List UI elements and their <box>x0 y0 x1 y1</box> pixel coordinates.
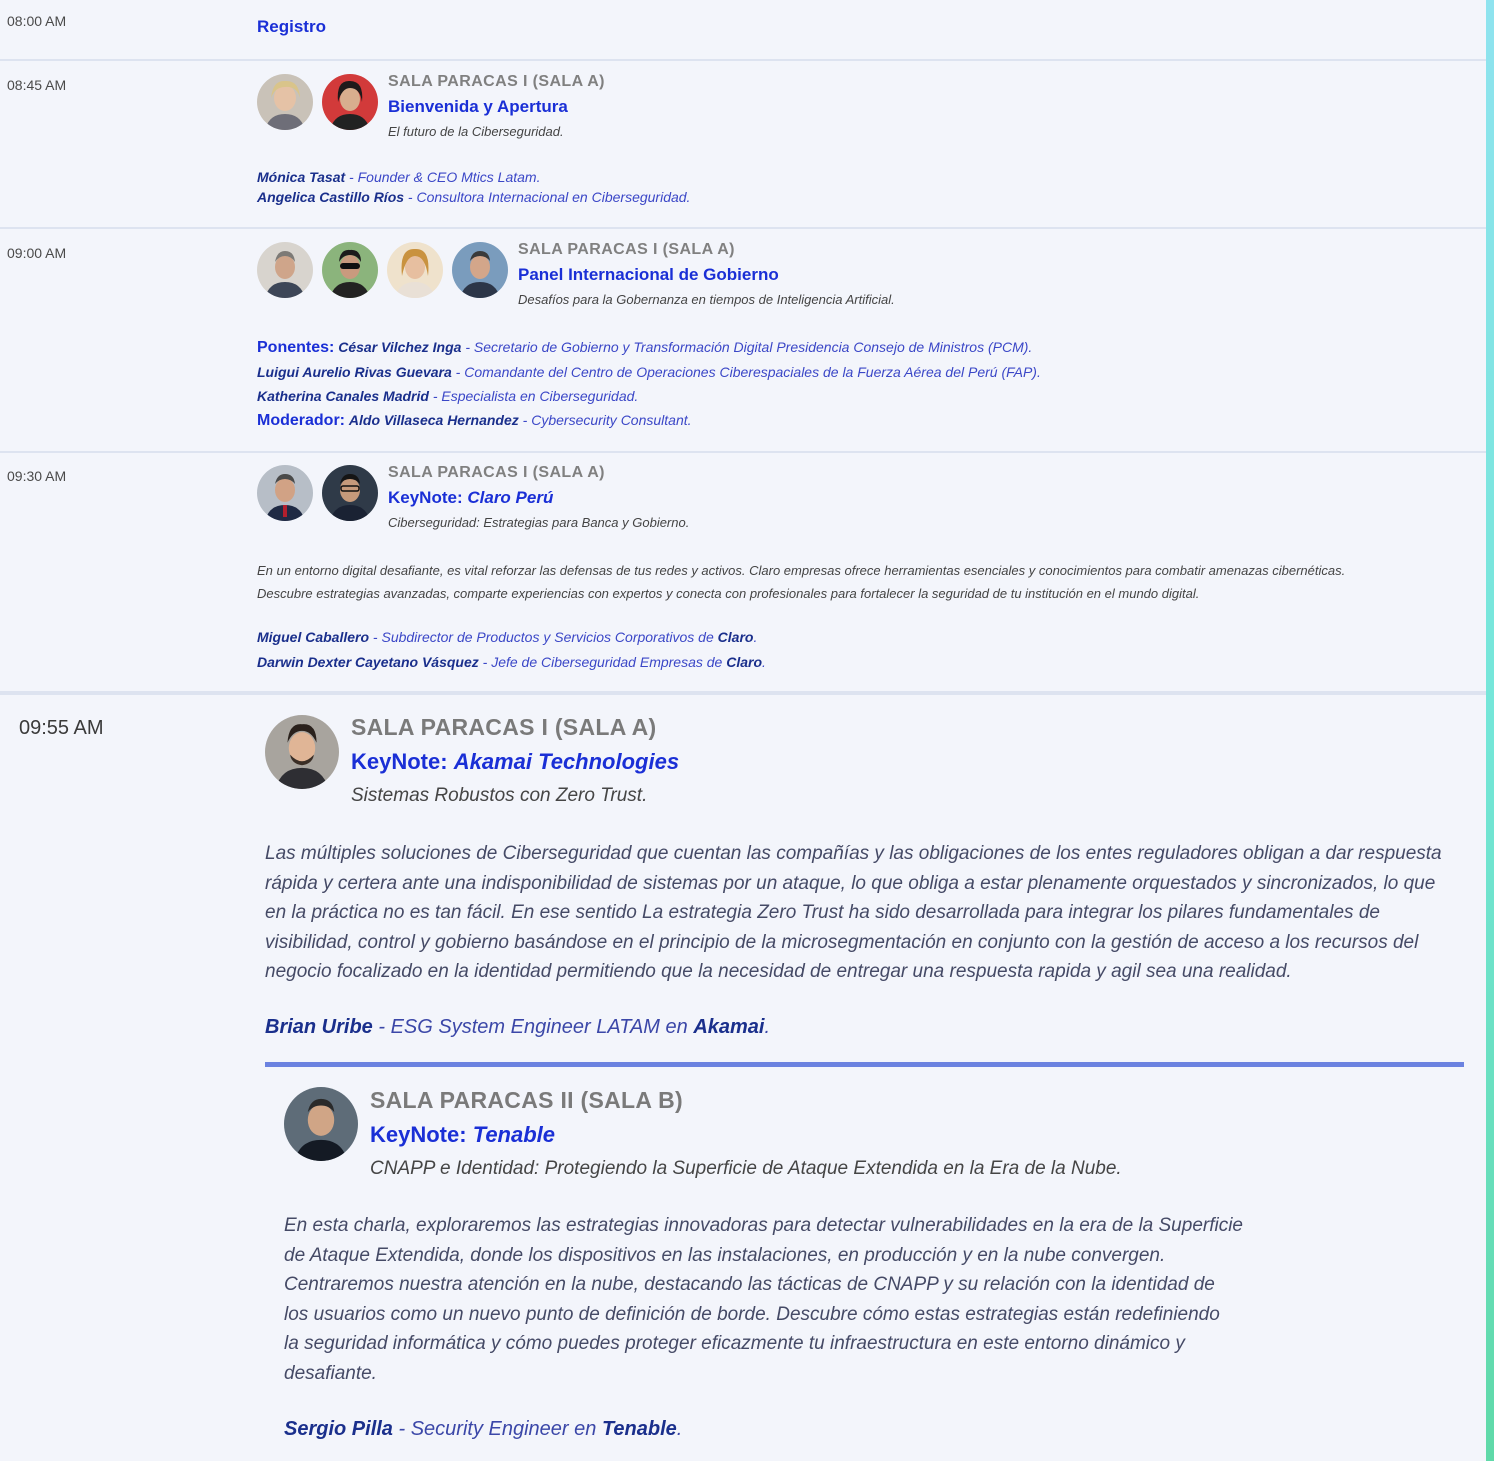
room-label: SALA PARACAS I (SALA A) <box>518 241 735 258</box>
room-label: SALA PARACAS II (SALA B) <box>370 1087 684 1113</box>
speaker-list: Miguel Caballero - Subdirector de Produc… <box>257 625 766 675</box>
speaker-line: Miguel Caballero - Subdirector de Produc… <box>257 629 758 645</box>
session-title-link[interactable]: KeyNote: Claro Perú <box>388 488 689 508</box>
slot-time: 08:00 AM <box>7 13 67 29</box>
speaker-line: Brian Uribe - ESG System Engineer LATAM … <box>265 1016 771 1038</box>
session-description: En esta charla, exploraremos las estrate… <box>284 1215 1243 1384</box>
slot-title-link[interactable]: Registro <box>257 17 326 37</box>
session-subtitle: Desafíos para la Gobernanza en tiempos d… <box>518 292 895 307</box>
speaker-avatar <box>452 242 508 298</box>
speaker-line: Angelica Castillo Ríos - Consultora Inte… <box>257 189 691 205</box>
speaker-avatar <box>265 715 339 789</box>
session-subtitle: CNAPP e Identidad: Protegiendo la Superf… <box>370 1158 1122 1179</box>
speaker-line: Darwin Dexter Cayetano Vásquez - Jefe de… <box>257 654 766 670</box>
session-title-link[interactable]: KeyNote: Akamai Technologies <box>351 749 679 775</box>
slot-time: 09:55 AM <box>19 717 104 739</box>
room-label: SALA PARACAS I (SALA A) <box>351 714 657 740</box>
section-divider <box>265 1062 1464 1067</box>
speaker-avatar <box>257 465 313 521</box>
page-edge-decoration <box>1486 0 1494 1461</box>
session-subtitle: Sistemas Robustos con Zero Trust. <box>351 785 648 806</box>
agenda-slot-0955: 09:55 AM SALA PARACAS I (SALA A) KeyNote… <box>0 697 1486 1461</box>
speaker-avatar <box>387 242 443 298</box>
session-description: Las múltiples soluciones de Cibersegurid… <box>265 843 1442 982</box>
speaker-avatar <box>284 1087 358 1161</box>
agenda-slot-0930: 09:30 AM SALA PARACAS I (SALA A) KeyNote… <box>0 453 1486 695</box>
agenda-slot-0900: 09:00 AM SALA PARACAS I (SALA A) Panel I… <box>0 229 1486 453</box>
speaker-line: Moderador: Aldo Villaseca Hernandez - Cy… <box>257 412 692 429</box>
session-title-link[interactable]: KeyNote: Tenable <box>370 1122 1122 1148</box>
speaker-line: Mónica Tasat - Founder & CEO Mtics Latam… <box>257 169 541 185</box>
room-label: SALA PARACAS I (SALA A) <box>388 73 605 90</box>
session-description: En un entorno digital desafiante, es vit… <box>257 563 1346 601</box>
speaker-avatar <box>322 242 378 298</box>
agenda-sheet: 08:00 AM Registro 08:45 AM SALA PARACAS … <box>0 0 1486 1461</box>
speaker-line: Luigui Aurelio Rivas Guevara - Comandant… <box>257 364 1041 380</box>
session-subtitle: Ciberseguridad: Estrategias para Banca y… <box>388 515 690 530</box>
slot-time: 09:30 AM <box>7 468 67 484</box>
agenda-slot-0845: 08:45 AM SALA PARACAS I (SALA A) Bienven… <box>0 61 1486 229</box>
session-title-link[interactable]: Bienvenida y Apertura <box>388 97 605 117</box>
slot-time: 09:00 AM <box>7 245 67 261</box>
speaker-list: Mónica Tasat - Founder & CEO Mtics Latam… <box>257 167 690 208</box>
speaker-line: Sergio Pilla - Security Engineer en Tena… <box>284 1418 683 1440</box>
slot-time: 08:45 AM <box>7 77 67 93</box>
speaker-avatar <box>322 465 378 521</box>
speaker-list: Ponentes: César Vilchez Inga - Secretari… <box>257 335 1041 433</box>
speaker-line: Katherina Canales Madrid - Especialista … <box>257 388 639 404</box>
speaker-avatar <box>322 74 378 130</box>
speaker-avatar <box>257 242 313 298</box>
session-title-link[interactable]: Panel Internacional de Gobierno <box>518 265 895 285</box>
room-label: SALA PARACAS I (SALA A) <box>388 464 605 481</box>
agenda-slot-0800: 08:00 AM Registro <box>0 0 1486 61</box>
session-subtitle: El futuro de la Ciberseguridad. <box>388 124 564 139</box>
speaker-avatar <box>257 74 313 130</box>
speaker-line: Ponentes: César Vilchez Inga - Secretari… <box>257 339 1033 356</box>
